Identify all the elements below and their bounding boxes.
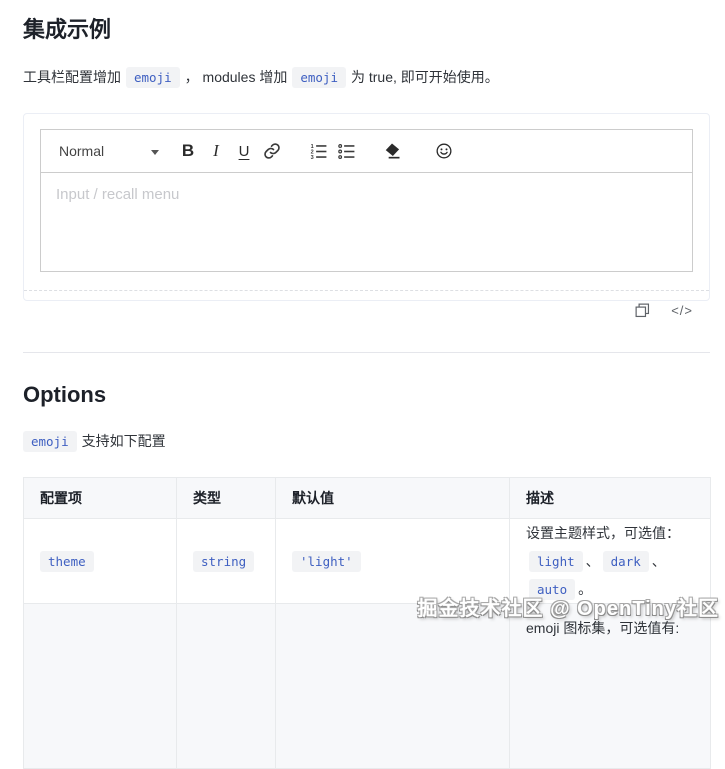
bold-button[interactable]: B	[175, 138, 201, 164]
cell-default	[275, 603, 510, 769]
section-divider	[23, 352, 710, 353]
code-light-default: 'light'	[292, 550, 361, 572]
rich-text-editor: Normal B I U 1 2 3 Input / recall menu	[40, 129, 693, 272]
inline-code-emoji-1: emoji	[126, 67, 180, 88]
cell-name: theme	[23, 518, 177, 604]
editor-placeholder: Input / recall menu	[56, 186, 180, 203]
col-header-default: 默认值	[275, 477, 510, 519]
chevron-down-icon	[151, 149, 159, 155]
copy-code-button[interactable]	[634, 302, 651, 319]
col-header-name: 配置项	[23, 477, 177, 519]
cell-name	[23, 603, 177, 769]
code-string: string	[193, 550, 255, 572]
bullet-list-button[interactable]	[333, 138, 359, 164]
intro-paragraph: 工具栏配置增加 emoji， modules 增加 emoji 为 true, 即可开…	[23, 66, 710, 88]
cell-desc: emoji 图标集，可选值有:	[509, 603, 711, 769]
options-heading: Options	[23, 382, 107, 407]
clean-format-button[interactable]	[379, 138, 405, 164]
svg-text:3: 3	[310, 155, 313, 161]
col-header-type: 类型	[176, 477, 276, 519]
table-row: theme string 'light' 设置主题样式，可选值： light、 d…	[23, 518, 711, 604]
link-icon	[263, 142, 281, 160]
link-button[interactable]	[259, 138, 285, 164]
code-icon: </>	[671, 302, 693, 318]
intro-text-2: ， modules 增加	[184, 69, 288, 85]
editor-content-area[interactable]: Input / recall menu	[41, 173, 692, 271]
italic-button[interactable]: I	[203, 138, 229, 164]
ordered-list-button[interactable]: 123	[305, 138, 331, 164]
inline-code-emoji-2: emoji	[292, 67, 346, 88]
editor-toolbar: Normal B I U 1 2 3	[41, 130, 692, 173]
bullet-list-icon	[337, 142, 356, 161]
demo-footer: </>	[24, 290, 709, 329]
cell-desc: 设置主题样式，可选值： light、 dark 、auto。	[509, 518, 711, 604]
code-dark: dark	[602, 551, 649, 572]
cell-default: 'light'	[275, 518, 510, 604]
intro-text-3: 为 true, 即可开始使用。	[350, 69, 499, 85]
code-light: light	[529, 551, 583, 572]
table-header-row: 配置项 类型 默认值 描述	[23, 477, 711, 519]
heading-picker-label: Normal	[59, 143, 105, 159]
options-table: 配置项 类型 默认值 描述 theme string 'light' 设置主题样…	[23, 477, 711, 769]
show-code-button[interactable]: </>	[671, 303, 693, 318]
options-subtitle-text: 支持如下配置	[81, 433, 166, 449]
desc-separator: 、	[585, 553, 600, 569]
inline-code-emoji-3: emoji	[23, 431, 77, 452]
watermark: 掘金技术社区 @ OpenTiny社区	[417, 598, 719, 620]
ordered-list-icon: 123	[309, 142, 328, 161]
options-subtitle: emoji 支持如下配置	[23, 431, 710, 452]
underline-button[interactable]: U	[231, 138, 257, 164]
page: 集成示例 工具栏配置增加 emoji， modules 增加 emoji 为 true…	[0, 16, 725, 769]
page-title: 集成示例	[23, 17, 112, 42]
intro-text-1: 工具栏配置增加	[23, 69, 121, 85]
table-row: emoji 图标集，可选值有:	[23, 603, 711, 769]
heading-picker[interactable]: Normal	[59, 143, 159, 159]
desc-text: 设置主题样式，可选值：	[526, 525, 680, 541]
code-theme: theme	[40, 550, 94, 572]
eraser-icon	[382, 141, 402, 161]
demo-container: Normal B I U 1 2 3 Input / recall menu <…	[23, 113, 710, 318]
desc-separator: 、	[651, 553, 666, 569]
copy-icon	[634, 302, 651, 319]
cell-type	[176, 603, 276, 769]
cell-type: string	[176, 518, 276, 604]
col-header-desc: 描述	[509, 477, 711, 519]
emoji-smile-icon	[434, 141, 454, 161]
emoji-button[interactable]	[431, 138, 457, 164]
